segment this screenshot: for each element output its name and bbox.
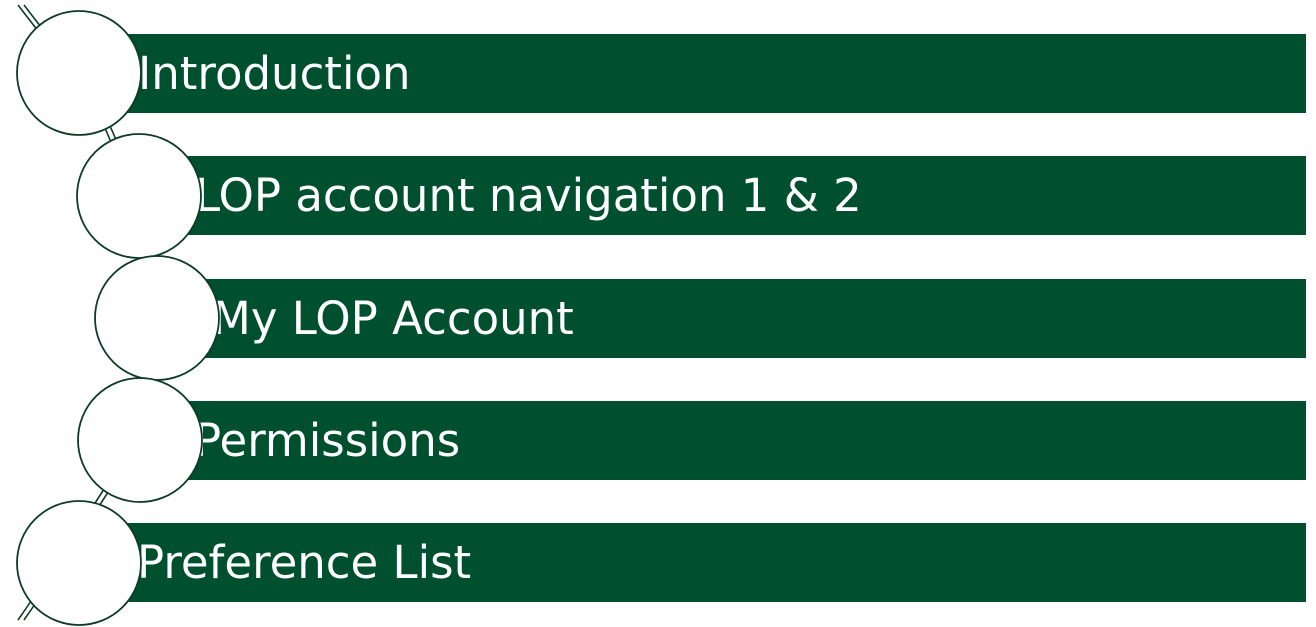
timeline-node	[77, 377, 203, 503]
timeline-node	[16, 500, 142, 626]
timeline-node	[94, 255, 220, 381]
timeline-nodes	[16, 10, 220, 626]
timeline-node	[76, 133, 202, 259]
timeline-node	[16, 10, 142, 136]
